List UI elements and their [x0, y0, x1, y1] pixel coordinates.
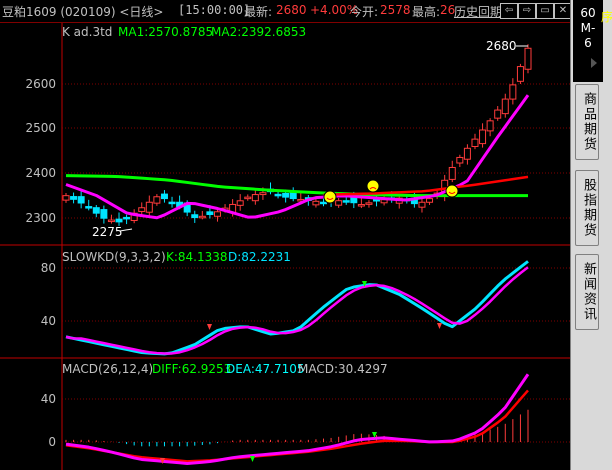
dea-value: DEA:47.7105	[226, 362, 305, 376]
candle-body	[213, 211, 221, 217]
kd-pane-label: SLOWKD(9,3,3,2)	[62, 250, 166, 264]
candle-body	[479, 129, 487, 145]
candle-body	[448, 166, 456, 180]
candle-body	[160, 193, 168, 200]
ma1-value: MA1:2570.8785	[118, 25, 213, 39]
candle-body	[259, 192, 267, 196]
period-tab-label: 60 M- 6	[580, 6, 596, 50]
tab-commodity-futures[interactable]: 商品期货	[575, 84, 599, 160]
candle-body	[418, 201, 426, 208]
y-tick-label: 40	[41, 314, 56, 328]
ma2-value: MA2:2392.6853	[211, 25, 306, 39]
y-tick-label: 2500	[25, 121, 56, 135]
macd-value: MACD:30.4297	[298, 362, 388, 376]
candle-body	[335, 200, 343, 206]
back-icon[interactable]: ⇦	[500, 3, 518, 19]
candle-body	[524, 47, 532, 70]
right-panel: 60 M- 6 序 商品期货 股指期货 新闻资讯	[570, 0, 612, 470]
history-link[interactable]: 历史回期	[454, 3, 502, 20]
y-tick-label: 2600	[25, 77, 56, 91]
candle-body	[153, 196, 161, 204]
candle-body	[251, 194, 259, 202]
macd-pane-label: MACD(26,12,4)	[62, 362, 153, 376]
candle-body	[62, 195, 70, 201]
candle-body	[494, 109, 502, 119]
smiley-icon	[445, 184, 459, 198]
candle-body	[77, 196, 85, 204]
candle-body	[456, 156, 464, 164]
candle-body	[501, 98, 509, 115]
collapse-icon[interactable]: ▭	[536, 3, 554, 19]
candle-body	[312, 200, 320, 206]
candle-body	[486, 120, 494, 132]
candle-body	[463, 147, 471, 160]
k-value: K:84.1338	[166, 250, 228, 264]
frown-icon	[366, 179, 380, 193]
candle-body	[236, 200, 244, 206]
tab-arrow-icon	[591, 58, 597, 68]
candle-body	[100, 209, 108, 219]
latest-label: 最新:	[244, 5, 273, 19]
candle-body	[509, 84, 517, 100]
main-pane-label: K ad.3td	[62, 25, 112, 39]
candle-body	[471, 138, 479, 148]
candle-body	[365, 202, 373, 205]
candle-body	[123, 216, 131, 220]
y-tick-label: 0	[48, 435, 56, 449]
candle-body	[107, 219, 115, 223]
candle-body	[145, 201, 153, 213]
candle-body	[320, 201, 328, 205]
candle-body	[274, 193, 282, 197]
candle-body	[198, 215, 206, 219]
period-tab[interactable]: 60 M- 6	[573, 0, 603, 82]
title-bar: 豆粕1609 (020109) <日线> [15:00:00] 最新: 2680…	[0, 0, 572, 23]
tab-label: 新闻资讯	[581, 262, 596, 322]
instrument-name: 豆粕1609 (020109) <日线>	[2, 5, 164, 19]
y-tick-label: 2300	[25, 211, 56, 225]
chart-area[interactable]: 2600 2500 2400 2300 80 40 40 0 K ad.3td MA1:2570.…	[0, 0, 570, 470]
candle-body	[357, 204, 365, 207]
y-tick-label: 2400	[25, 166, 56, 180]
smiley-icon-body	[323, 190, 337, 204]
candle-body	[289, 192, 297, 200]
candle-body	[342, 200, 350, 203]
candle-body	[244, 196, 252, 200]
open-value: 2578	[380, 3, 411, 17]
candle-body	[85, 206, 93, 209]
candle-body	[350, 196, 358, 204]
tab-label: 商品期货	[581, 92, 596, 152]
open-label: 今开:	[350, 5, 379, 19]
candle-body	[206, 211, 214, 215]
corner-char: 序	[601, 10, 612, 24]
tab-label: 股指期货	[581, 178, 596, 238]
diff-value: DIFF:62.9253	[152, 362, 231, 376]
candle-body	[282, 192, 290, 198]
high-value: 26	[440, 3, 456, 17]
candle-body	[516, 66, 524, 82]
clock: [15:00:00]	[178, 3, 251, 17]
candle-body	[70, 196, 78, 200]
d-value: D:82.2231	[228, 250, 291, 264]
latest-value: 2680	[276, 3, 307, 17]
candle-body	[92, 207, 100, 214]
low-price-tag: 2275	[92, 225, 123, 239]
high-label: 最高:	[412, 5, 441, 19]
high-price-tag: 2680	[486, 39, 517, 53]
candle-body	[191, 214, 199, 219]
candle-body	[426, 198, 434, 203]
y-tick-label: 80	[41, 261, 56, 275]
forward-icon[interactable]: ⇨	[518, 3, 536, 19]
smiley-icon	[323, 190, 337, 204]
tab-index-futures[interactable]: 股指期货	[575, 170, 599, 246]
smiley-icon-body	[445, 184, 459, 198]
background	[0, 22, 570, 470]
frown-icon-body	[366, 179, 380, 193]
tab-news[interactable]: 新闻资讯	[575, 254, 599, 330]
candle-body	[115, 218, 123, 223]
y-tick-label: 40	[41, 392, 56, 406]
candle-body	[168, 201, 176, 205]
candle-body	[138, 207, 146, 212]
